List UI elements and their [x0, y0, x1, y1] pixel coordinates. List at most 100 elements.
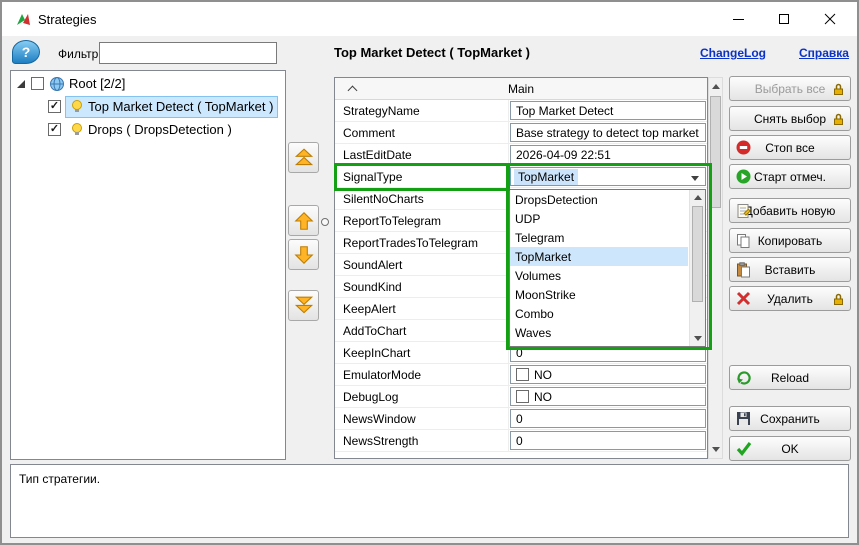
property-name[interactable]: NewsWindow [335, 408, 509, 429]
globe-icon [49, 76, 65, 92]
property-name[interactable]: SignalType [335, 166, 509, 187]
move-down-button[interactable] [288, 239, 319, 270]
move-to-bottom-button[interactable] [288, 290, 319, 321]
property-row-newsstrength: NewsStrength 0 [335, 430, 707, 452]
expander-icon[interactable] [17, 80, 25, 88]
start-icon [736, 169, 751, 184]
button-label: Вставить [765, 263, 816, 277]
scroll-up-icon[interactable] [712, 84, 720, 89]
delete-button[interactable]: Удалить [729, 286, 851, 311]
close-icon [824, 13, 836, 25]
move-up-button[interactable] [288, 205, 319, 236]
save-floppy-icon [736, 411, 751, 426]
tree-root-row[interactable]: Root [2/2] [11, 73, 285, 94]
maximize-button[interactable] [761, 2, 807, 36]
check-icon [736, 441, 752, 456]
close-button[interactable] [807, 2, 853, 36]
dropdown-option[interactable]: Waves [510, 323, 688, 342]
property-value-checkbox[interactable]: NO [510, 365, 706, 384]
delete-x-icon [736, 291, 751, 306]
property-group-header[interactable]: Main [335, 78, 707, 100]
filter-input[interactable] [99, 42, 277, 64]
dropdown-option[interactable]: DropsDetection [510, 190, 688, 209]
reload-button[interactable]: Reload [729, 365, 851, 390]
scrollbar-thumb[interactable] [692, 206, 703, 302]
property-name[interactable]: LastEditDate [335, 144, 509, 165]
chevron-down-icon[interactable] [691, 176, 699, 181]
property-name[interactable]: SoundAlert [335, 254, 509, 275]
property-name[interactable]: SilentNoCharts [335, 188, 509, 209]
tree-item-drops[interactable]: Drops ( DropsDetection ) [11, 119, 285, 140]
start-marked-button[interactable]: Старт отмеч. [729, 164, 851, 189]
paste-icon [736, 262, 751, 278]
property-value-input[interactable]: 0 [510, 431, 706, 450]
lightbulb-icon [70, 99, 84, 114]
dropdown-option[interactable]: UDP [510, 209, 688, 228]
property-name[interactable]: AddToChart [335, 320, 509, 341]
property-name[interactable]: StrategyName [335, 100, 509, 121]
group-label: Main [508, 82, 534, 96]
property-row-debuglog: DebugLog NO [335, 386, 707, 408]
signaltype-combobox[interactable]: TopMarket [510, 167, 706, 186]
root-checkbox[interactable] [31, 77, 44, 90]
scroll-down-icon[interactable] [694, 336, 702, 341]
minimize-icon [733, 19, 744, 20]
lock-icon [832, 82, 845, 96]
property-value-checkbox[interactable]: NO [510, 387, 706, 406]
dropdown-scrollbar[interactable] [689, 190, 705, 346]
deselect-all-button[interactable]: Снять выбор [729, 106, 851, 131]
property-name[interactable]: NewsStrength [335, 430, 509, 451]
item-checkbox[interactable] [48, 123, 61, 136]
grid-scrollbar[interactable] [708, 77, 723, 459]
property-name[interactable]: DebugLog [335, 386, 509, 407]
property-value-input[interactable]: 0 [510, 409, 706, 428]
move-to-top-button[interactable] [288, 142, 319, 173]
splitter-handle[interactable] [321, 218, 329, 226]
property-value-input[interactable]: Top Market Detect [510, 101, 706, 120]
ok-button[interactable]: OK [729, 436, 851, 461]
dropdown-option[interactable]: MoonStrike [510, 285, 688, 304]
copy-button[interactable]: Копировать [729, 228, 851, 253]
stop-icon [736, 140, 751, 155]
property-name[interactable]: ReportTradesToTelegram [335, 232, 509, 253]
strategies-window: Strategies Фильтр Root [2/2] [0, 0, 859, 545]
stop-all-button[interactable]: Стоп все [729, 135, 851, 160]
double-arrow-down-icon [293, 295, 315, 317]
tree-item-topmarket[interactable]: Top Market Detect ( TopMarket ) [11, 96, 285, 117]
property-value-input[interactable]: Base strategy to detect top market [510, 123, 706, 142]
tree-root-label: Root [2/2] [69, 76, 125, 91]
dropdown-option[interactable]: Telegram [510, 228, 688, 247]
item-checkbox[interactable] [48, 100, 61, 113]
scroll-up-icon[interactable] [694, 195, 702, 200]
button-label: Выбрать все [755, 82, 826, 96]
property-name[interactable]: ReportToTelegram [335, 210, 509, 231]
add-new-button[interactable]: Добавить новую [729, 198, 851, 223]
copy-icon [736, 233, 751, 249]
property-name[interactable]: KeepInChart [335, 342, 509, 363]
description-panel: Тип стратегии. [10, 464, 849, 538]
help-bubble-icon[interactable] [12, 40, 40, 64]
paste-button[interactable]: Вставить [729, 257, 851, 282]
minimize-button[interactable] [715, 2, 761, 36]
checkbox-unchecked-icon[interactable] [516, 368, 529, 381]
maximize-icon [779, 14, 789, 24]
checkbox-unchecked-icon[interactable] [516, 390, 529, 403]
scrollbar-thumb[interactable] [710, 96, 721, 208]
dropdown-option-selected[interactable]: TopMarket [510, 247, 688, 266]
select-all-button[interactable]: Выбрать все [729, 76, 851, 101]
property-value-input[interactable]: 2026-04-09 22:51 [510, 145, 706, 164]
dropdown-option[interactable]: Volumes [510, 266, 688, 285]
save-button[interactable]: Сохранить [729, 406, 851, 431]
lock-icon [832, 112, 845, 126]
property-name[interactable]: KeepAlert [335, 298, 509, 319]
property-row-strategyname: StrategyName Top Market Detect [335, 100, 707, 122]
property-name[interactable]: EmulatorMode [335, 364, 509, 385]
property-row-signaltype: SignalType TopMarket [335, 166, 707, 188]
scroll-down-icon[interactable] [712, 447, 720, 452]
property-name[interactable]: SoundKind [335, 276, 509, 297]
property-row-emulatormode: EmulatorMode NO [335, 364, 707, 386]
dropdown-option[interactable]: Combo [510, 304, 688, 323]
property-name[interactable]: Comment [335, 122, 509, 143]
changelog-link[interactable]: ChangeLog [700, 46, 766, 60]
help-link[interactable]: Справка [799, 46, 849, 60]
